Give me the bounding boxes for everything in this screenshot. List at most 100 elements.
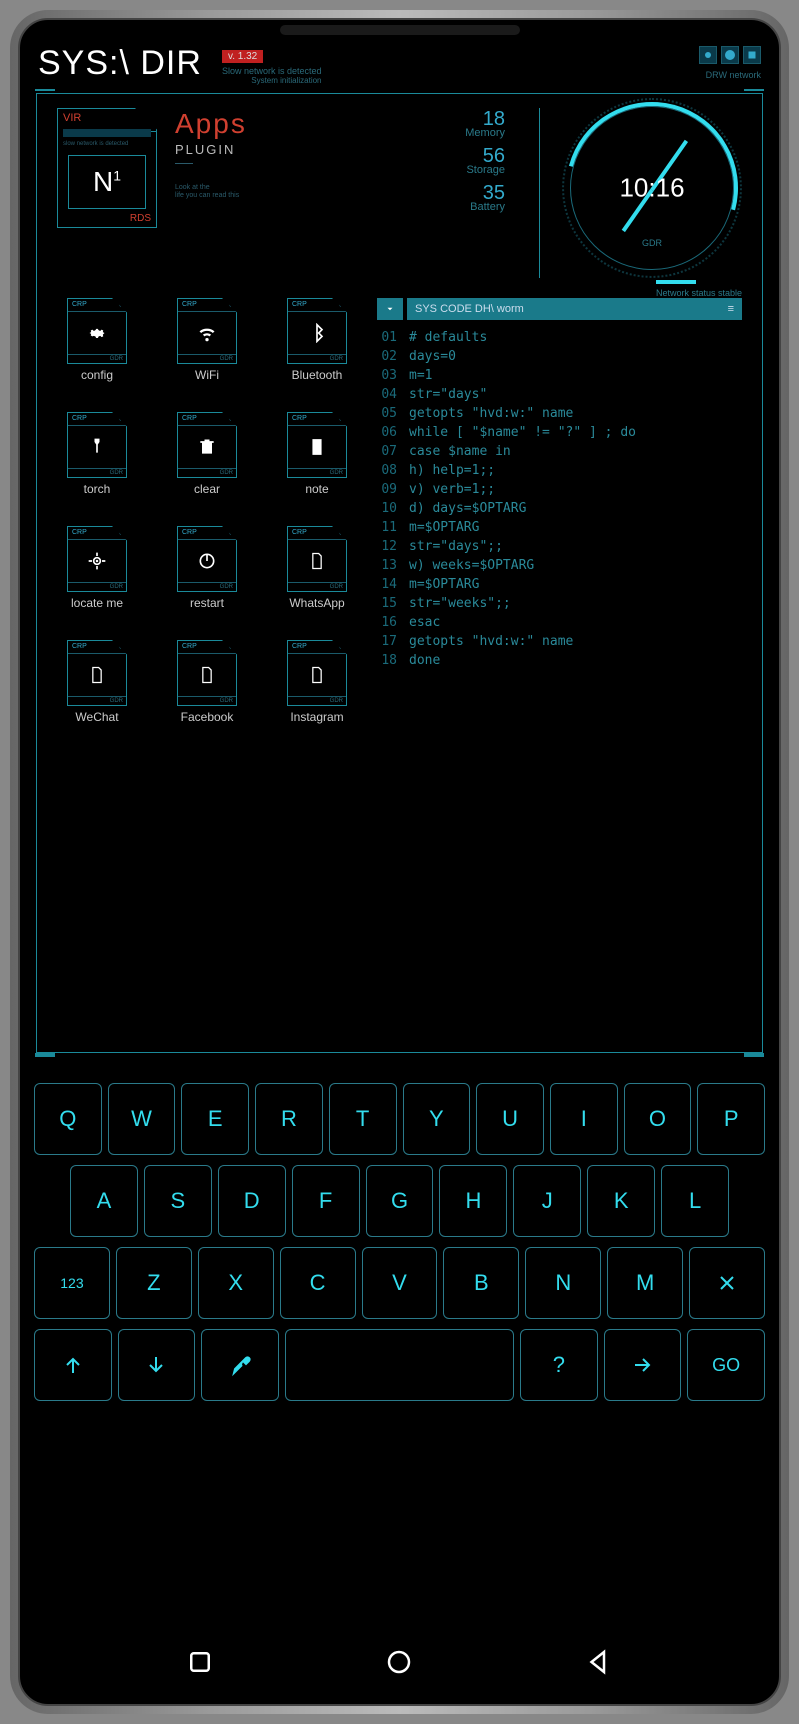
key-shift-up[interactable]: [34, 1329, 112, 1401]
key-shift-down[interactable]: [118, 1329, 196, 1401]
key-s[interactable]: S: [144, 1165, 212, 1237]
key-v[interactable]: V: [362, 1247, 438, 1319]
key-tools[interactable]: [201, 1329, 279, 1401]
code-line: 15 str="weeks";;: [377, 594, 742, 613]
code-title[interactable]: SYS CODE DH\ worm ≡: [407, 298, 742, 320]
network-status: Network status stable: [656, 280, 742, 298]
key-k[interactable]: K: [587, 1165, 655, 1237]
app-label: torch: [84, 482, 111, 496]
key-x[interactable]: X: [198, 1247, 274, 1319]
app-label: clear: [194, 482, 220, 496]
key-j[interactable]: J: [513, 1165, 581, 1237]
app-bluetooth[interactable]: CRP ▾ GDR Bluetooth: [277, 298, 357, 382]
code-line: 03m=1: [377, 366, 742, 385]
key-q[interactable]: Q: [34, 1083, 102, 1155]
key-r[interactable]: R: [255, 1083, 323, 1155]
app-wechat[interactable]: CRP ▾ GDR WeChat: [57, 640, 137, 724]
nav-recent[interactable]: [185, 1647, 215, 1682]
key-t[interactable]: T: [329, 1083, 397, 1155]
code-line: 10 d) days=$OPTARG: [377, 499, 742, 518]
key-question[interactable]: ?: [520, 1329, 598, 1401]
code-line: 08 h) help=1;;: [377, 461, 742, 480]
key-z[interactable]: Z: [116, 1247, 192, 1319]
code-line: 06while [ "$name" != "?" ] ; do: [377, 423, 742, 442]
key-space[interactable]: [285, 1329, 514, 1401]
app-facebook[interactable]: CRP ▾ GDR Facebook: [167, 640, 247, 724]
key-m[interactable]: M: [607, 1247, 683, 1319]
apps-sub: PLUGIN: [175, 142, 247, 157]
app-icon: CRP ▾ GDR: [67, 640, 127, 706]
app-torch[interactable]: CRP ▾ GDR torch: [57, 412, 137, 496]
header-icon-3[interactable]: [743, 46, 761, 64]
app-restart[interactable]: CRP ▾ GDR restart: [167, 526, 247, 610]
code-lines: 01# defaults02days=003m=104str="days"05g…: [377, 328, 742, 670]
content-row: CRP ▾ GDR config CRP ▾ GDR WiFi CRP ▾ GD…: [37, 278, 762, 724]
keyboard: QWERTYUIOP ASDFGHJKL 123ZXCVBNM ? GO: [20, 1083, 779, 1411]
app-label: WhatsApp: [289, 596, 344, 610]
key-p[interactable]: P: [697, 1083, 765, 1155]
key-i[interactable]: I: [550, 1083, 618, 1155]
app-whatsapp[interactable]: CRP ▾ GDR WhatsApp: [277, 526, 357, 610]
key-123[interactable]: 123: [34, 1247, 110, 1319]
app-instagram[interactable]: CRP ▾ GDR Instagram: [277, 640, 357, 724]
app-icon: CRP ▾ GDR: [177, 298, 237, 364]
key-o[interactable]: O: [624, 1083, 692, 1155]
key-go[interactable]: GO: [687, 1329, 765, 1401]
key-u[interactable]: U: [476, 1083, 544, 1155]
header-network: DRW network: [706, 70, 761, 80]
key-y[interactable]: Y: [403, 1083, 471, 1155]
code-line: 04str="days": [377, 385, 742, 404]
key-g[interactable]: G: [366, 1165, 434, 1237]
clock-gdr: GDR: [642, 238, 662, 248]
app-label: config: [81, 368, 113, 382]
app-label: note: [305, 482, 328, 496]
header-title: SYS:\ DIR: [38, 44, 202, 83]
n-rds: RDS: [130, 213, 151, 224]
n-label: N1: [93, 166, 121, 198]
key-a[interactable]: A: [70, 1165, 138, 1237]
header: SYS:\ DIR v. 1.32 Slow network is detect…: [20, 40, 779, 91]
app-icon: CRP ▾ GDR: [287, 640, 347, 706]
key-d[interactable]: D: [218, 1165, 286, 1237]
clock-widget[interactable]: 10:16 GDR: [562, 98, 742, 278]
code-line: 01# defaults: [377, 328, 742, 347]
code-menu-icon[interactable]: ≡: [728, 303, 734, 315]
header-sub2: System initialization: [222, 76, 322, 85]
battery-lbl: Battery: [465, 201, 505, 213]
version-badge: v. 1.32: [222, 50, 263, 63]
screen: SYS:\ DIR v. 1.32 Slow network is detect…: [18, 18, 781, 1706]
key-f[interactable]: F: [292, 1165, 360, 1237]
app-config[interactable]: CRP ▾ GDR config: [57, 298, 137, 382]
app-label: WeChat: [75, 710, 118, 724]
app-wifi[interactable]: CRP ▾ GDR WiFi: [167, 298, 247, 382]
app-clear[interactable]: CRP ▾ GDR clear: [167, 412, 247, 496]
apps-title: Apps: [175, 108, 247, 140]
key-b[interactable]: B: [443, 1247, 519, 1319]
notch-bar: [20, 20, 779, 40]
app-note[interactable]: CRP ▾ GDR note: [277, 412, 357, 496]
code-panel: SYS CODE DH\ worm ≡ 01# defaults02days=0…: [377, 298, 742, 724]
app-label: locate me: [71, 596, 123, 610]
key-arrow-right[interactable]: [604, 1329, 682, 1401]
header-meta: v. 1.32 Slow network is detected System …: [222, 46, 322, 85]
app-icon: CRP ▾ GDR: [67, 412, 127, 478]
key-n[interactable]: N: [525, 1247, 601, 1319]
header-icon-1[interactable]: [699, 46, 717, 64]
stats: 18 Memory 56 Storage 35 Battery: [465, 108, 511, 278]
key-e[interactable]: E: [181, 1083, 249, 1155]
key-h[interactable]: H: [439, 1165, 507, 1237]
nav-home[interactable]: [384, 1647, 414, 1682]
nav-back[interactable]: [584, 1647, 614, 1682]
key-w[interactable]: W: [108, 1083, 176, 1155]
header-icon-2[interactable]: [721, 46, 739, 64]
app-icon: CRP ▾ GDR: [67, 298, 127, 364]
app-icon: CRP ▾ GDR: [177, 640, 237, 706]
code-line: 07 case $name in: [377, 442, 742, 461]
key-c[interactable]: C: [280, 1247, 356, 1319]
app-locate-me[interactable]: CRP ▾ GDR locate me: [57, 526, 137, 610]
key-backspace[interactable]: [689, 1247, 765, 1319]
key-l[interactable]: L: [661, 1165, 729, 1237]
code-dropdown[interactable]: [377, 298, 403, 320]
app-grid: CRP ▾ GDR config CRP ▾ GDR WiFi CRP ▾ GD…: [57, 298, 357, 724]
n-card[interactable]: VIR slow network is detected N1 RDS: [57, 108, 157, 228]
